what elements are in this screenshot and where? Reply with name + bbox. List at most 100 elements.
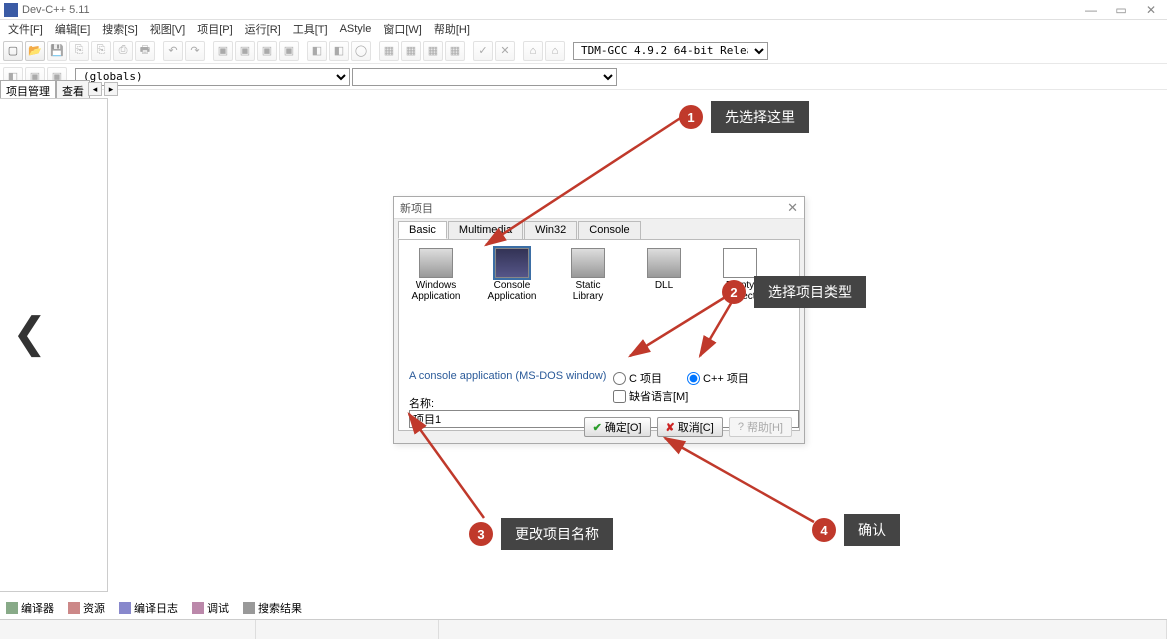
checkbox-default-label: 缺省语言[M]: [629, 388, 688, 404]
grid2-button[interactable]: ▦: [401, 41, 421, 61]
close-file-button[interactable]: ⎙: [113, 41, 133, 61]
menu-edit[interactable]: 编辑[E]: [49, 19, 96, 39]
compile-run-button[interactable]: ▣: [257, 41, 277, 61]
debug-button[interactable]: ◧: [307, 41, 327, 61]
symbol-select[interactable]: [352, 68, 617, 86]
undo-button[interactable]: ↶: [163, 41, 183, 61]
resource-icon: [68, 602, 80, 614]
type-label: Windows Application: [407, 280, 465, 302]
menu-window[interactable]: 窗口[W]: [377, 19, 428, 39]
status-cell-2: [256, 620, 439, 639]
radio-c-project[interactable]: C 项目: [613, 370, 662, 386]
type-dll[interactable]: DLL: [635, 248, 693, 302]
tab-console[interactable]: Console: [578, 221, 640, 239]
save-button[interactable]: 💾: [47, 41, 67, 61]
menu-project[interactable]: 项目[P]: [191, 19, 238, 39]
maximize-button[interactable]: ▭: [1115, 4, 1127, 16]
radio-c-input[interactable]: [613, 372, 626, 385]
type-label: Console Application: [483, 280, 541, 302]
menu-file[interactable]: 文件[F]: [2, 19, 49, 39]
menu-run[interactable]: 运行[R]: [239, 19, 287, 39]
profile-button[interactable]: ◯: [351, 41, 371, 61]
prev-chevron-icon[interactable]: ❮: [12, 308, 47, 357]
new-project-dialog: 新项目 ✕ Basic Multimedia Win32 Console Win…: [393, 196, 805, 444]
menubar: 文件[F] 编辑[E] 搜索[S] 视图[V] 项目[P] 运行[R] 工具[T…: [0, 20, 1167, 38]
toolbar-row-1: ▢ 📂 💾 ⎘ ⎘ ⎙ 🖶 ↶ ↷ ▣ ▣ ▣ ▣ ◧ ◧ ◯ ▦ ▦ ▦ ▦ …: [0, 38, 1167, 64]
type-console-application[interactable]: Console Application: [483, 248, 541, 302]
badge-4: 4: [812, 518, 836, 542]
bottom-tab-resource[interactable]: 资源: [64, 599, 109, 617]
grid4-button[interactable]: ▦: [445, 41, 465, 61]
menu-help[interactable]: 帮助[H]: [428, 19, 476, 39]
new-file-button[interactable]: ▢: [3, 41, 23, 61]
type-windows-application[interactable]: Windows Application: [407, 248, 465, 302]
toolbar-row-2: ◧ ▣ ▣ (globals): [0, 64, 1167, 90]
debug-icon: [192, 602, 204, 614]
type-static-library[interactable]: Static Library: [559, 248, 617, 302]
bottom-tab-compile-log[interactable]: 编译日志: [115, 599, 182, 617]
ok-button[interactable]: ✔ 确定[O]: [584, 417, 651, 437]
dialog-titlebar: 新项目 ✕: [394, 197, 804, 219]
tab-basic[interactable]: Basic: [398, 221, 447, 239]
checkbox-default-input[interactable]: [613, 390, 626, 403]
bottom-tab-search-result[interactable]: 搜索结果: [239, 599, 306, 617]
check-button[interactable]: ✓: [473, 41, 493, 61]
cancel-button[interactable]: ✘ 取消[C]: [657, 417, 723, 437]
cancel-x-button[interactable]: ✕: [495, 41, 515, 61]
dialog-close-icon[interactable]: ✕: [787, 200, 798, 216]
bottom-tab-debug-label: 调试: [207, 600, 229, 616]
bottom-tab-search-result-label: 搜索结果: [258, 600, 302, 616]
grid1-button[interactable]: ▦: [379, 41, 399, 61]
dialog-buttons: ✔ 确定[O] ✘ 取消[C] ? 帮助[H]: [584, 417, 792, 437]
radio-cpp-project[interactable]: C++ 项目: [687, 370, 749, 386]
callout-4: 4 确认: [812, 514, 900, 546]
callout-2-text: 选择项目类型: [754, 276, 866, 308]
ok-label: 确定[O]: [605, 419, 642, 435]
radio-cpp-input[interactable]: [687, 372, 700, 385]
open-button[interactable]: 📂: [25, 41, 45, 61]
rebuild-button[interactable]: ▣: [279, 41, 299, 61]
minimize-button[interactable]: —: [1085, 4, 1097, 16]
help-button[interactable]: ? 帮助[H]: [729, 417, 792, 437]
dll-icon: [647, 248, 681, 278]
check-icon: ✔: [593, 421, 602, 434]
app-title: Dev-C++ 5.11: [22, 4, 1085, 16]
bottom-tab-debug[interactable]: 调试: [188, 599, 233, 617]
menu-tools[interactable]: 工具[T]: [287, 19, 334, 39]
compile-button[interactable]: ▣: [213, 41, 233, 61]
bottom-tab-compile-log-label: 编译日志: [134, 600, 178, 616]
project-description: A console application (MS-DOS window): [409, 370, 606, 382]
titlebar: Dev-C++ 5.11 — ▭ ✕: [0, 0, 1167, 20]
run-button[interactable]: ▣: [235, 41, 255, 61]
bottom-tab-compiler[interactable]: 编译器: [2, 599, 58, 617]
grid3-button[interactable]: ▦: [423, 41, 443, 61]
redo-button[interactable]: ↷: [185, 41, 205, 61]
save-as-button[interactable]: ⎘: [91, 41, 111, 61]
app-icon: [4, 3, 18, 17]
tab-multimedia[interactable]: Multimedia: [448, 221, 523, 239]
console-app-icon: [495, 248, 529, 278]
menu-astyle[interactable]: AStyle: [334, 21, 378, 37]
static-lib-icon: [571, 248, 605, 278]
menu-search[interactable]: 搜索[S]: [96, 19, 143, 39]
stop-button[interactable]: ◧: [329, 41, 349, 61]
menu-view[interactable]: 视图[V]: [144, 19, 191, 39]
statusbar: [0, 619, 1167, 639]
side-nav: ◂ ▸: [88, 82, 118, 96]
callout-1: 1 先选择这里: [679, 101, 809, 133]
misc2-button[interactable]: ⌂: [545, 41, 565, 61]
type-label: DLL: [655, 280, 673, 291]
compiler-select[interactable]: TDM-GCC 4.9.2 64-bit Release: [573, 42, 768, 60]
close-button[interactable]: ✕: [1145, 4, 1157, 16]
x-icon: ✘: [666, 421, 675, 434]
save-all-button[interactable]: ⎘: [69, 41, 89, 61]
misc1-button[interactable]: ⌂: [523, 41, 543, 61]
callout-1-text: 先选择这里: [711, 101, 809, 133]
bottom-tab-compiler-label: 编译器: [21, 600, 54, 616]
tab-win32[interactable]: Win32: [524, 221, 577, 239]
status-cell-3: [439, 620, 1167, 639]
print-button[interactable]: 🖶: [135, 41, 155, 61]
nav-right-button[interactable]: ▸: [104, 82, 118, 96]
nav-left-button[interactable]: ◂: [88, 82, 102, 96]
checkbox-default-language[interactable]: 缺省语言[M]: [613, 388, 688, 404]
